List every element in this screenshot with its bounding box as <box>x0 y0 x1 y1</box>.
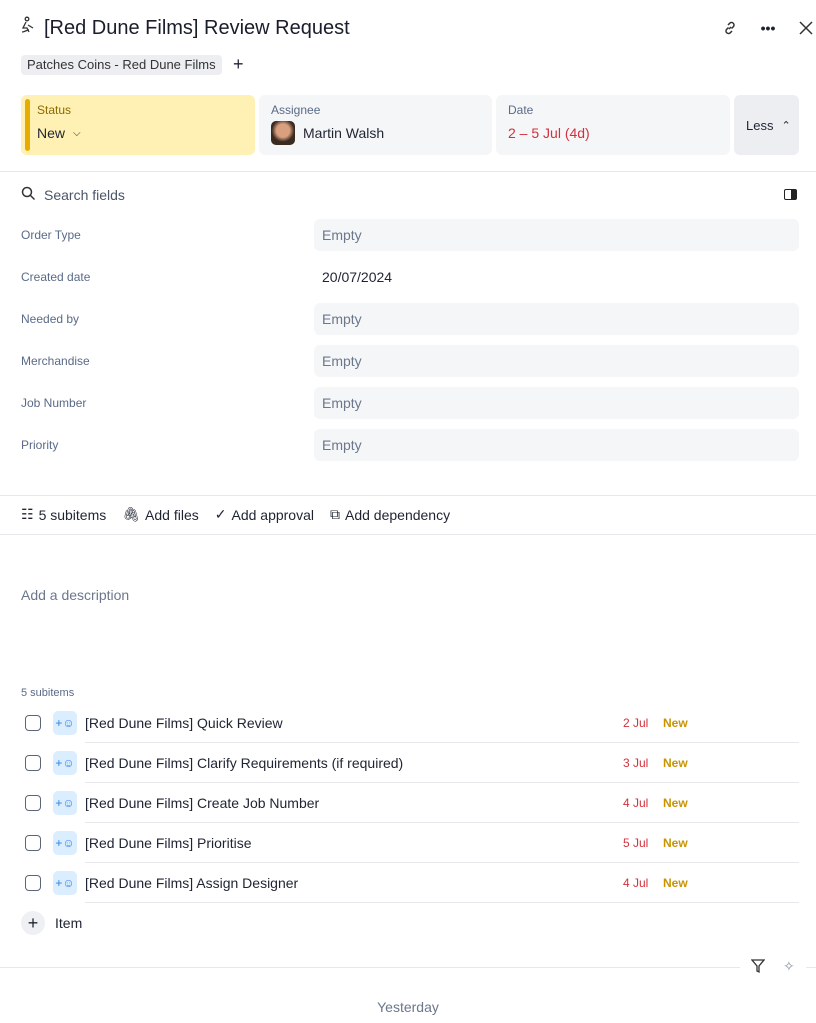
field-row: Priority Empty <box>21 429 799 461</box>
subitem-row[interactable]: +☺ [Red Dune Films] Prioritise 5 Jul New <box>21 823 799 863</box>
field-label: Merchandise <box>21 354 90 368</box>
subitem-checkbox[interactable] <box>25 795 41 811</box>
field-value[interactable]: Empty <box>314 303 799 335</box>
page-title: [Red Dune Films] Review Request <box>20 16 350 40</box>
subitem-row[interactable]: +☺ [Red Dune Films] Assign Designer 4 Jul N… <box>21 863 799 903</box>
filter-icon[interactable] <box>750 958 766 977</box>
chevron-up-icon: ⌃ <box>781 119 791 132</box>
field-row: Order Type Empty <box>21 219 799 251</box>
search-icon <box>21 186 36 204</box>
board-tag[interactable]: Patches Coins - Red Dune Films <box>21 55 222 75</box>
subitem-checkbox[interactable] <box>25 715 41 731</box>
subitem-name[interactable]: [Red Dune Films] Quick Review <box>85 703 799 743</box>
subitem-status[interactable]: New <box>663 716 688 730</box>
activity-day: Yesterday <box>377 999 439 1015</box>
subitem-name[interactable]: [Red Dune Films] Prioritise <box>85 823 799 863</box>
subitem-date[interactable]: 2 Jul <box>623 716 648 730</box>
workflow-icon <box>20 16 38 40</box>
subitem-status[interactable]: New <box>663 756 688 770</box>
dependency-icon: ⧉ <box>330 506 340 522</box>
assign-person-icon[interactable]: +☺ <box>53 751 77 775</box>
subitem-row[interactable]: +☺ [Red Dune Films] Clarify Requirements … <box>21 743 799 783</box>
field-label: Created date <box>21 270 91 284</box>
field-label: Job Number <box>21 396 87 410</box>
assign-person-icon[interactable]: +☺ <box>53 711 77 735</box>
more-icon[interactable]: ••• <box>758 18 778 38</box>
assign-person-icon[interactable]: +☺ <box>53 831 77 855</box>
add-files-button[interactable]: 🖇 Add files <box>122 506 198 523</box>
plus-icon: + <box>21 911 45 935</box>
subitem-checkbox[interactable] <box>25 875 41 891</box>
add-tag-icon[interactable]: + <box>233 54 244 75</box>
subitem-status[interactable]: New <box>663 876 688 890</box>
field-row: Needed by Empty <box>21 303 799 335</box>
search-fields[interactable]: Search fields <box>21 186 125 204</box>
subitem-date[interactable]: 3 Jul <box>623 756 648 770</box>
add-item-button[interactable]: + Item <box>21 911 82 935</box>
field-value[interactable]: Empty <box>314 387 799 419</box>
subitem-status[interactable]: New <box>663 796 688 810</box>
field-label: Priority <box>21 438 59 452</box>
description-input[interactable]: Add a description <box>21 587 129 603</box>
subitems-heading: 5 subitems <box>21 687 75 699</box>
subitems-button[interactable]: ☷ 5 subitems <box>21 506 106 523</box>
subitem-date[interactable]: 4 Jul <box>623 876 648 890</box>
subitem-name[interactable]: [Red Dune Films] Assign Designer <box>85 863 799 903</box>
field-value[interactable]: 20/07/2024 <box>314 261 799 293</box>
less-button[interactable]: Less ⌃ <box>734 95 799 155</box>
field-row: Job Number Empty <box>21 387 799 419</box>
subitem-name[interactable]: [Red Dune Films] Clarify Requirements (i… <box>85 743 799 783</box>
subitem-row[interactable]: +☺ [Red Dune Films] Create Job Number 4 Ju… <box>21 783 799 823</box>
add-dependency-button[interactable]: ⧉ Add dependency <box>330 506 450 523</box>
link-icon[interactable] <box>720 18 740 38</box>
field-row: Merchandise Empty <box>21 345 799 377</box>
date-card[interactable]: Date 2 – 5 Jul (4d) <box>496 95 730 155</box>
subitem-date[interactable]: 4 Jul <box>623 796 648 810</box>
sparkle-icon[interactable]: ✧ <box>783 958 795 975</box>
subitem-name[interactable]: [Red Dune Films] Create Job Number <box>85 783 799 823</box>
chevron-down-icon: ⌵ <box>73 127 81 139</box>
paperclip-icon: 🖇 <box>122 506 141 522</box>
assignee-card[interactable]: Assignee Martin Walsh <box>259 95 492 155</box>
status-card[interactable]: Status New ⌵ <box>21 95 255 155</box>
subitems-icon: ☷ <box>21 506 34 522</box>
subitem-checkbox[interactable] <box>25 835 41 851</box>
field-label: Order Type <box>21 228 81 242</box>
subitem-row[interactable]: +☺ [Red Dune Films] Quick Review 2 Jul New <box>21 703 799 743</box>
field-value[interactable]: Empty <box>314 219 799 251</box>
close-icon[interactable] <box>796 18 816 38</box>
avatar <box>271 121 295 145</box>
subitem-date[interactable]: 5 Jul <box>623 836 648 850</box>
field-row: Created date 20/07/2024 <box>21 261 799 293</box>
assign-person-icon[interactable]: +☺ <box>53 791 77 815</box>
add-approval-button[interactable]: ✓︎ Add approval <box>215 506 314 523</box>
field-label: Needed by <box>21 312 80 326</box>
check-circle-icon: ✓︎ <box>214 506 227 522</box>
field-value[interactable]: Empty <box>314 345 799 377</box>
subitem-status[interactable]: New <box>663 836 688 850</box>
field-value[interactable]: Empty <box>314 429 799 461</box>
subitem-checkbox[interactable] <box>25 755 41 771</box>
panel-toggle-icon[interactable] <box>784 189 797 200</box>
assign-person-icon[interactable]: +☺ <box>53 871 77 895</box>
